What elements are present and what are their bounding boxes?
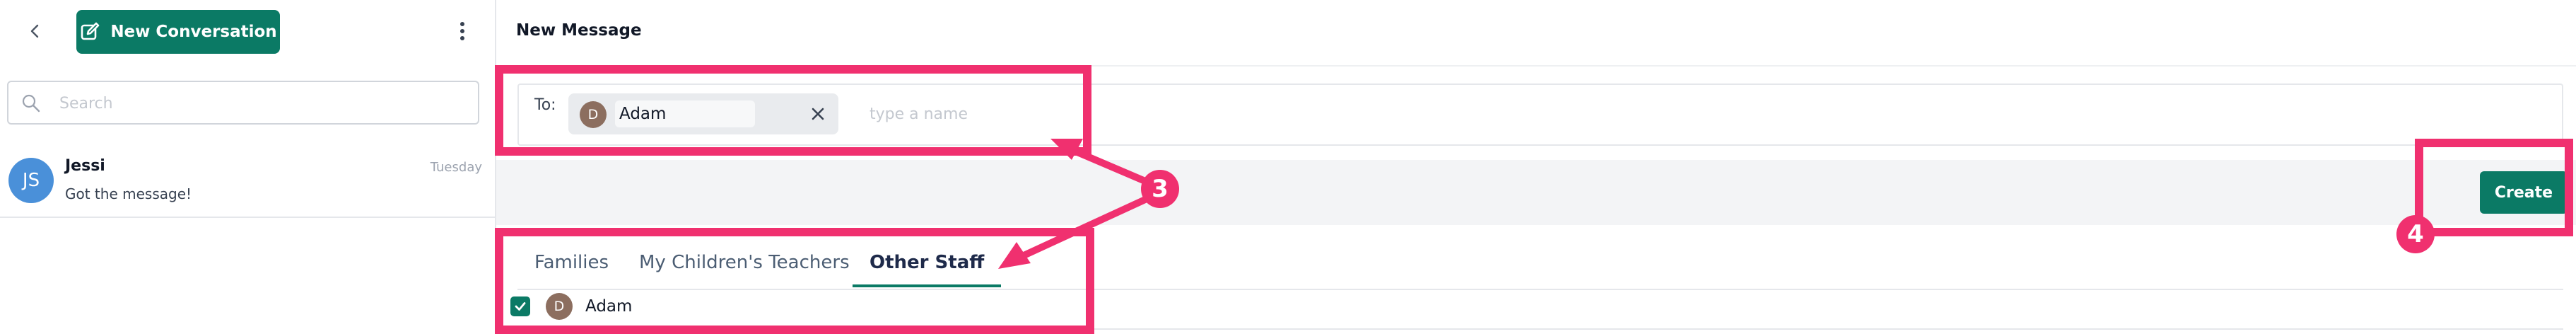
arrow-to-recipient-field [1065,145,1149,185]
arrow-to-other-staff-tab [1019,196,1149,260]
step-4-badge: 4 [2396,215,2435,253]
annotation-arrows [998,139,1149,269]
step-3-badge: 3 [1141,170,1179,208]
